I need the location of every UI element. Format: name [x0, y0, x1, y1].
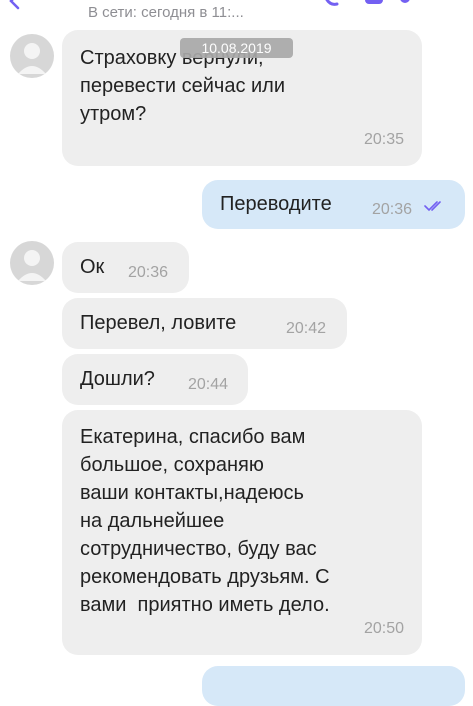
- call-and-video-icons[interactable]: [323, 0, 413, 8]
- message-bubble-incoming[interactable]: Ок 20:36: [62, 242, 189, 293]
- message-time: 20:36: [372, 201, 413, 218]
- message-time: 20:36: [128, 264, 169, 281]
- date-separator: 10.08.2019: [180, 38, 293, 58]
- message-time: 20:42: [286, 320, 327, 337]
- default-avatar-icon: [18, 250, 46, 281]
- message-text: Ок: [80, 256, 105, 278]
- avatar[interactable]: [10, 241, 54, 285]
- message-text: Екатерина, спасибо вам большое, сохраняю…: [80, 426, 330, 616]
- message-text: Перевел, ловите: [80, 312, 237, 334]
- message-time: 20:44: [188, 376, 229, 393]
- message-bubble-outgoing[interactable]: Переводите 20:36: [202, 180, 465, 229]
- back-arrow-icon[interactable]: [6, 0, 24, 10]
- double-check-icon: [424, 201, 441, 212]
- avatar[interactable]: [10, 34, 54, 78]
- chat-header: В сети: сегодня в 11:...: [0, 0, 473, 30]
- message-time: 20:35: [363, 131, 404, 148]
- message-bubble-incoming[interactable]: Перевел, ловите 20:42: [62, 298, 347, 349]
- default-avatar-icon: [18, 43, 46, 74]
- message-text: Переводите: [220, 193, 332, 215]
- message-bubble-incoming[interactable]: Дошли? 20:44: [62, 354, 248, 405]
- online-status: В сети: сегодня в 11:...: [88, 4, 244, 21]
- message-bubble-outgoing-partial[interactable]: [202, 666, 465, 706]
- message-bubble-incoming[interactable]: Екатерина, спасибо вам большое, сохраняю…: [62, 410, 422, 655]
- message-text: Дошли?: [80, 368, 155, 390]
- message-time: 20:50: [363, 620, 404, 637]
